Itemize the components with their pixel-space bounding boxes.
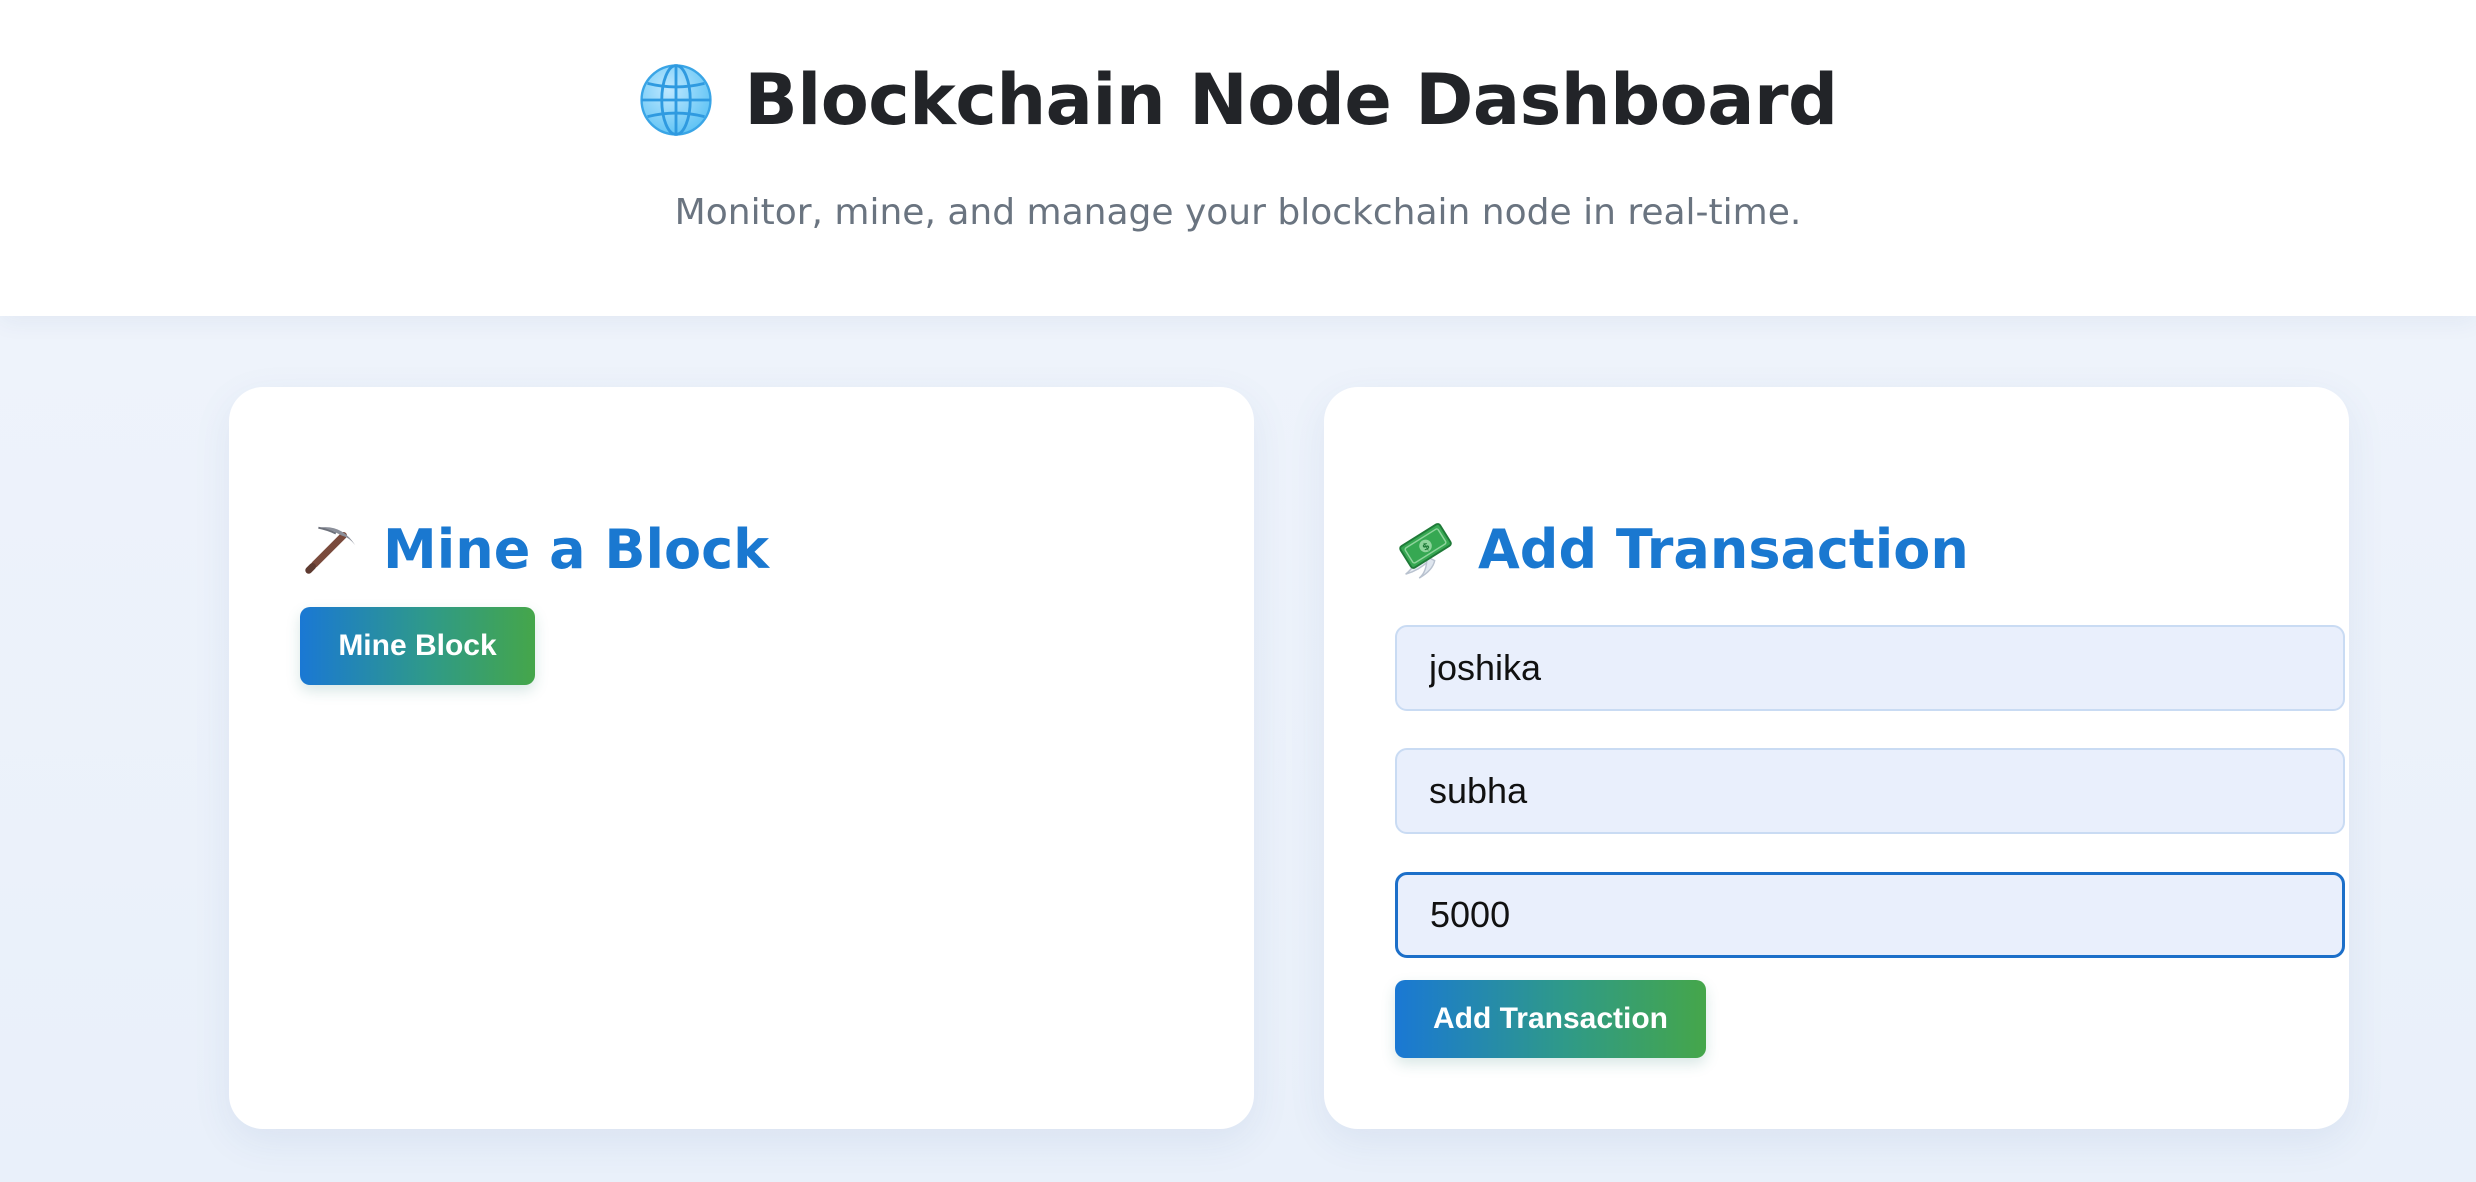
page-header: Blockchain Node Dashboard Monitor, mine,… — [0, 0, 2476, 316]
mine-block-card: Mine a Block Mine Block — [229, 387, 1254, 1129]
transaction-card-heading: $ Add Transaction — [1394, 507, 1969, 591]
mine-block-button[interactable]: Mine Block — [300, 607, 535, 685]
add-transaction-card: $ Add Transaction Add Transaction — [1324, 387, 2349, 1129]
money-with-wings-icon: $ — [1399, 523, 1452, 579]
page-subtitle: Monitor, mine, and manage your blockchai… — [674, 192, 1802, 233]
page-title: Blockchain Node Dashboard — [744, 59, 1838, 141]
mine-card-title: Mine a Block — [383, 517, 770, 581]
title-row: Blockchain Node Dashboard — [0, 52, 2476, 148]
sender-input[interactable] — [1395, 625, 2345, 711]
pickaxe-icon — [305, 526, 356, 574]
recipient-input[interactable] — [1395, 748, 2345, 834]
add-transaction-button[interactable]: Add Transaction — [1395, 980, 1706, 1058]
amount-input[interactable] — [1395, 872, 2345, 958]
globe-icon — [640, 64, 712, 136]
mine-card-heading: Mine a Block — [299, 507, 769, 591]
transaction-card-title: Add Transaction — [1478, 517, 1969, 581]
